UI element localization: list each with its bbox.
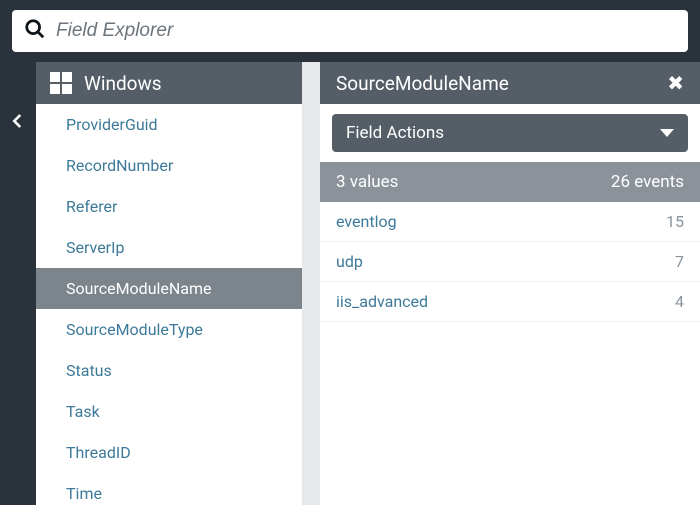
field-item[interactable]: Referer <box>36 186 302 227</box>
field-item[interactable]: Time <box>36 473 302 505</box>
field-item[interactable]: SourceModuleType <box>36 309 302 350</box>
sidebar-title: Windows <box>84 72 162 95</box>
field-actions-dropdown[interactable]: Field Actions <box>332 114 688 152</box>
panel-divider <box>302 62 320 505</box>
field-item[interactable]: SourceModuleName <box>36 268 302 309</box>
search-icon <box>24 18 46 44</box>
top-bar <box>0 0 700 62</box>
value-name: eventlog <box>336 212 397 231</box>
sidebar-header: Windows <box>36 62 302 104</box>
caret-down-icon <box>660 129 674 137</box>
close-icon[interactable]: ✖ <box>667 71 684 95</box>
value-count: 4 <box>675 292 684 311</box>
back-button[interactable] <box>9 112 27 134</box>
field-item[interactable]: ServerIp <box>36 227 302 268</box>
value-row[interactable]: eventlog 15 <box>320 202 700 242</box>
detail-header: SourceModuleName ✖ <box>320 62 700 104</box>
field-actions-label: Field Actions <box>346 123 444 143</box>
detail-panel: SourceModuleName ✖ Field Actions 3 value… <box>320 62 700 505</box>
value-name: iis_advanced <box>336 292 428 311</box>
value-name: udp <box>336 252 363 271</box>
field-list: ProviderGuidRecordNumberRefererServerIpS… <box>36 104 302 505</box>
value-row[interactable]: iis_advanced 4 <box>320 282 700 322</box>
search-input[interactable] <box>56 20 676 42</box>
value-list: eventlog 15 udp 7 iis_advanced 4 <box>320 202 700 505</box>
search-container[interactable] <box>12 10 688 52</box>
values-count-label: 3 values <box>336 172 398 192</box>
chevron-left-icon <box>9 115 27 134</box>
detail-title: SourceModuleName <box>336 72 509 95</box>
value-count: 7 <box>675 252 684 271</box>
left-rail <box>0 62 36 505</box>
field-item[interactable]: ThreadID <box>36 432 302 473</box>
field-item[interactable]: Status <box>36 350 302 391</box>
field-item[interactable]: RecordNumber <box>36 145 302 186</box>
actions-row: Field Actions <box>320 104 700 162</box>
field-sidebar: Windows ProviderGuidRecordNumberRefererS… <box>36 62 302 505</box>
events-count-label: 26 events <box>611 172 684 192</box>
value-row[interactable]: udp 7 <box>320 242 700 282</box>
field-item[interactable]: Task <box>36 391 302 432</box>
value-count: 15 <box>666 212 684 231</box>
field-item[interactable]: ProviderGuid <box>36 104 302 145</box>
values-summary: 3 values 26 events <box>320 162 700 202</box>
windows-icon <box>50 72 72 94</box>
